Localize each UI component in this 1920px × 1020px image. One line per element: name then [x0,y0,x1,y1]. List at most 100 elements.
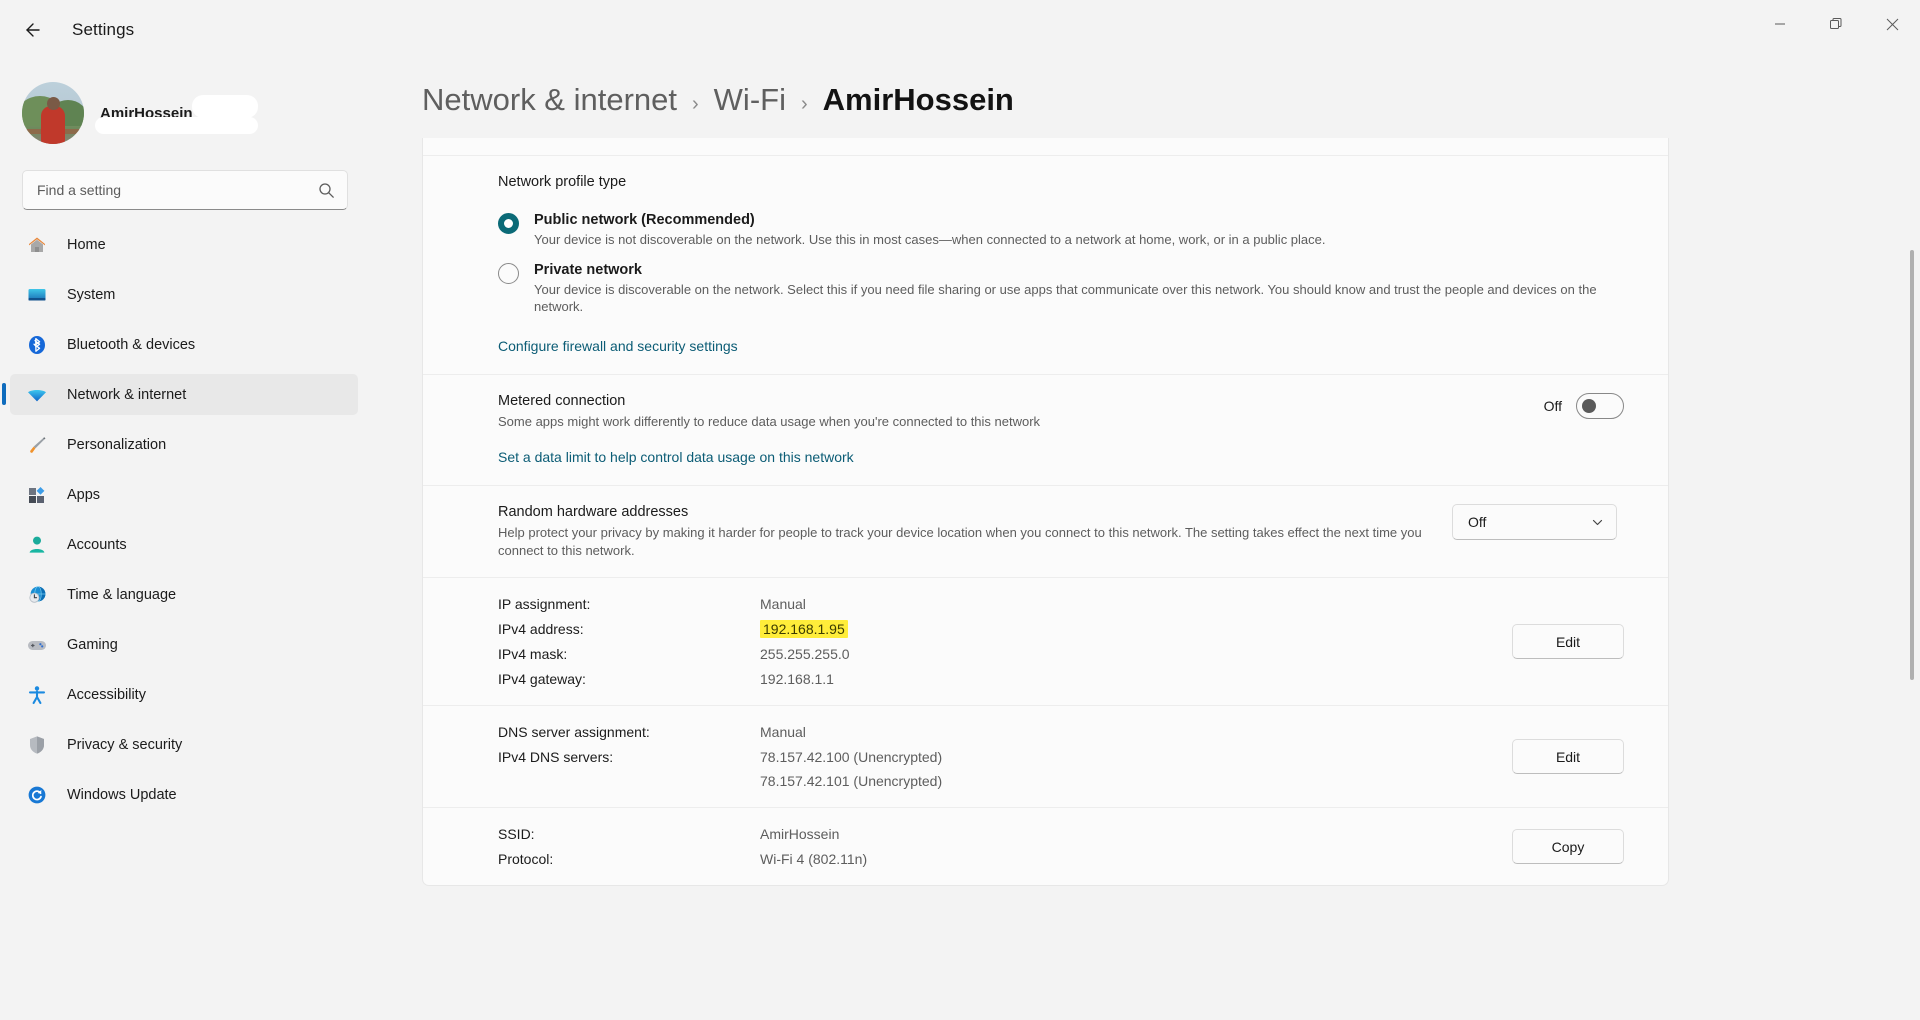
row-value-highlighted: 192.168.1.95 [760,620,850,646]
row-value: Manual [760,724,806,741]
section-description: Some apps might work differently to redu… [498,414,1041,430]
metered-connection-toggle[interactable] [1576,393,1624,420]
profile-text: AmirHossein [95,94,258,134]
apps-icon [24,482,50,508]
sidebar-item-label: Time & language [67,586,177,603]
accessibility-icon [24,682,50,708]
sidebar-item-apps[interactable]: Apps [10,474,358,515]
row-key: Protocol: [498,851,554,868]
network-profile-type-section: Network profile type Public network (Rec… [423,156,1668,376]
previous-card-clipped [423,138,1668,156]
sidebar-item-system[interactable]: System [10,274,358,315]
copy-button[interactable]: Copy [1512,829,1624,865]
edit-ip-button[interactable]: Edit [1512,624,1624,660]
section-title: Network profile type [498,174,627,190]
chevron-down-icon [1592,519,1603,525]
vertical-scrollbar[interactable] [1910,250,1914,680]
table-row: IP assignment: Manual [498,596,850,621]
sidebar-item-accessibility[interactable]: Accessibility [10,674,358,715]
radio-description: Your device is discoverable on the netwo… [534,282,1597,315]
row-key: IP assignment: [498,596,591,613]
settings-scroll-area[interactable]: Network profile type Public network (Rec… [370,138,1920,1020]
breadcrumb-current: AmirHossein [822,82,1014,117]
data-limit-link[interactable]: Set a data limit to help control data us… [498,449,854,465]
sidebar-item-label: Accounts [67,536,127,553]
sidebar-item-label: Windows Update [67,786,177,803]
radio-option-public[interactable]: Public network (Recommended) Your device… [498,212,1624,248]
shield-icon [24,732,50,758]
metered-connection-section: Metered connection Some apps might work … [423,375,1668,487]
sidebar: AmirHossein Find a setting Home System B… [0,60,370,1020]
settings-panel: Network profile type Public network (Rec… [422,138,1669,887]
clock-globe-icon [24,582,50,608]
row-value: Wi-Fi 4 (802.11n) [760,851,868,868]
back-arrow-icon [26,23,40,37]
dns-details-table: DNS server assignment: Manual IPv4 DNS s… [498,724,942,789]
ip-details-table: IP assignment: Manual IPv4 address: 192.… [498,596,850,687]
minimize-button[interactable] [1752,0,1808,48]
wifi-properties-section: SSID: AmirHossein Protocol: Wi-Fi 4 (802… [423,808,1668,885]
dns-server-entry: 78.157.42.101 (Unencrypted) [760,773,943,790]
sidebar-item-accounts[interactable]: Accounts [10,524,358,565]
title-bar: Settings [0,0,1920,60]
search-container [0,152,370,210]
configure-firewall-link[interactable]: Configure firewall and security settings [498,338,738,354]
account-icon [24,532,50,558]
gamepad-icon [24,632,50,658]
row-key: IPv4 mask: [498,646,568,663]
window-body: AmirHossein Find a setting Home System B… [0,60,1920,1020]
random-hardware-addresses-dropdown[interactable]: Off [1452,504,1617,541]
breadcrumb-root[interactable]: Network & internet [422,82,677,118]
row-value: Manual [760,596,806,613]
table-row: IPv4 address: 192.168.1.95 [498,620,850,646]
user-profile[interactable]: AmirHossein [0,60,370,152]
search-input[interactable] [37,182,318,198]
row-key: IPv4 address: [498,621,584,638]
search-box[interactable] [22,170,348,210]
sidebar-nav: Home System Bluetooth & devices Network … [0,224,370,824]
sidebar-item-network-internet[interactable]: Network & internet [2,374,358,415]
avatar [22,82,84,144]
radio-description: Your device is not discoverable on the n… [534,232,1326,247]
back-button[interactable] [10,8,54,52]
radio-option-private[interactable]: Private network Your device is discovera… [498,262,1624,315]
settings-window: Settings AmirHossein Find a setting Home… [0,0,1920,1020]
radio-public-network[interactable] [498,213,519,234]
window-controls [1752,0,1920,60]
content-area: Network & internet › Wi-Fi › AmirHossein… [370,60,1920,1020]
ip-assignment-section: IP assignment: Manual IPv4 address: 192.… [423,578,1668,707]
row-value: 255.255.255.0 [760,646,850,663]
random-hardware-addresses-section: Random hardware addresses Help protect y… [423,486,1668,579]
close-icon [1886,18,1898,30]
breadcrumb: Network & internet › Wi-Fi › AmirHossein [370,60,1920,136]
row-key: IPv4 gateway: [498,671,586,688]
close-button[interactable] [1864,0,1920,48]
radio-label: Private network [534,262,642,279]
edit-dns-button[interactable]: Edit [1512,739,1624,775]
dns-server-entry: 78.157.42.100 (Unencrypted) [760,749,943,766]
bluetooth-icon [24,332,50,358]
redaction-block-1 [192,94,258,118]
sidebar-item-windows-update[interactable]: Windows Update [10,774,358,815]
row-value: AmirHossein [760,826,840,843]
sidebar-item-privacy-security[interactable]: Privacy & security [10,724,358,765]
update-icon [24,782,50,808]
sidebar-item-time-language[interactable]: Time & language [10,574,358,615]
sidebar-item-home[interactable]: Home [10,224,358,265]
row-key: SSID: [498,826,535,843]
sidebar-item-gaming[interactable]: Gaming [10,624,358,665]
row-value: 192.168.1.1 [760,671,834,688]
metered-toggle-state: Off [1543,398,1562,415]
sidebar-item-bluetooth[interactable]: Bluetooth & devices [10,324,358,365]
row-value-list: 78.157.42.100 (Unencrypted) 78.157.42.10… [760,749,942,789]
row-key: IPv4 DNS servers: [498,749,614,766]
sidebar-item-personalization[interactable]: Personalization [10,424,358,465]
radio-private-network[interactable] [498,263,519,285]
sidebar-item-label: Privacy & security [67,736,183,753]
table-row: IPv4 gateway: 192.168.1.1 [498,671,850,687]
dns-section: DNS server assignment: Manual IPv4 DNS s… [423,706,1668,809]
sidebar-item-label: Apps [67,486,101,503]
redaction-block-2 [95,116,258,134]
restore-button[interactable] [1808,0,1864,48]
breadcrumb-middle[interactable]: Wi-Fi [714,82,786,118]
